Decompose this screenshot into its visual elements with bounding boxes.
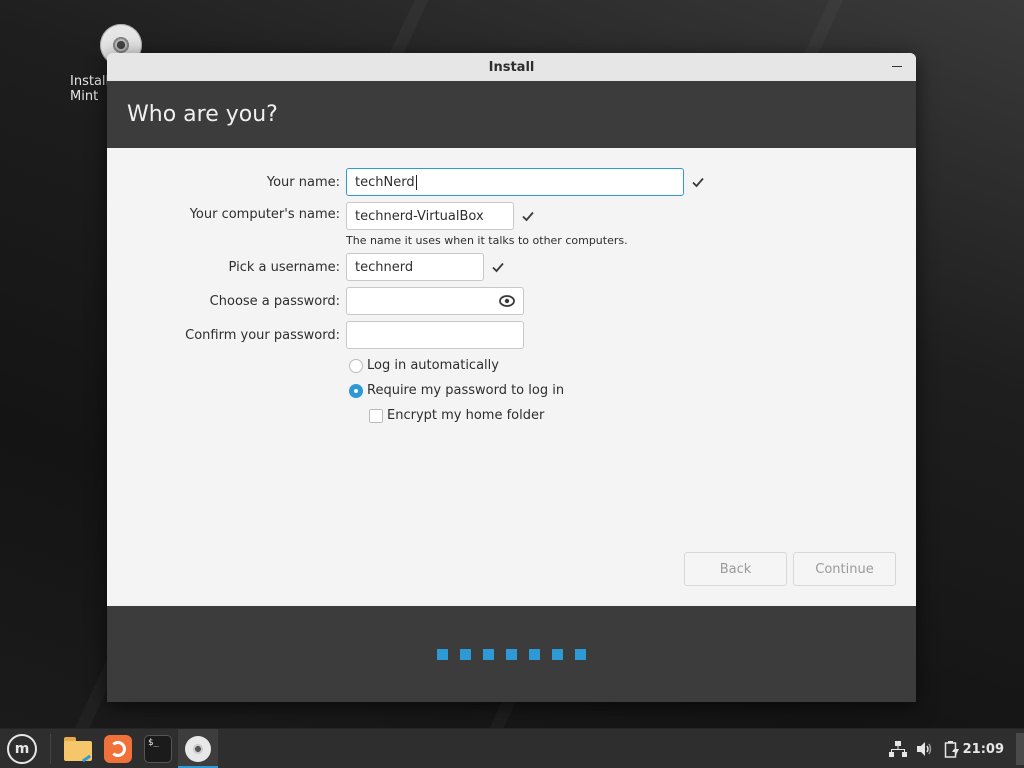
computer-name-valid-check-icon <box>522 211 534 222</box>
checkbox-unchecked-icon <box>369 408 383 423</box>
require-password-radio[interactable]: Require my password to log in <box>349 383 564 398</box>
username-input[interactable]: technerd <box>346 253 484 281</box>
task-install[interactable] <box>178 729 218 768</box>
your-name-label: Your name: <box>266 175 340 190</box>
progress-step-dot <box>552 649 563 660</box>
require-password-label: Require my password to log in <box>367 383 565 398</box>
launcher-files[interactable] <box>58 729 98 768</box>
computer-name-hint: The name it uses when it talks to other … <box>346 234 628 247</box>
encrypt-home-checkbox[interactable]: Encrypt my home folder <box>369 408 544 423</box>
encrypt-home-label: Encrypt my home folder <box>387 408 545 423</box>
your-name-input[interactable]: techNerd <box>346 168 684 196</box>
firefox-icon <box>104 735 132 763</box>
window-titlebar[interactable]: Install <box>107 53 916 81</box>
your-name-value: techNerd <box>355 174 415 190</box>
username-value: technerd <box>355 259 414 275</box>
minimize-button[interactable] <box>886 57 908 77</box>
your-name-valid-check-icon <box>692 177 704 188</box>
password-input[interactable] <box>346 287 524 315</box>
battery-button[interactable] <box>944 729 960 768</box>
show-desktop-button[interactable] <box>1016 733 1024 765</box>
progress-step-dot <box>460 649 471 660</box>
continue-button[interactable]: Continue <box>793 552 896 586</box>
radio-selected-icon <box>349 383 363 398</box>
eye-icon[interactable] <box>499 294 515 308</box>
auto-login-label: Log in automatically <box>367 358 499 373</box>
network-button[interactable] <box>889 729 907 768</box>
volume-button[interactable] <box>916 729 934 768</box>
computer-name-input[interactable]: technerd-VirtualBox <box>346 202 514 230</box>
folder-icon <box>64 737 92 763</box>
launcher-firefox[interactable] <box>98 729 138 768</box>
auto-login-radio[interactable]: Log in automatically <box>349 358 499 373</box>
confirm-password-label: Confirm your password: <box>185 328 340 343</box>
window-title: Install <box>488 59 535 75</box>
launcher-terminal[interactable]: $_ <box>138 729 178 768</box>
progress-step-dot <box>529 649 540 660</box>
progress-footer <box>107 606 916 702</box>
battery-icon <box>944 741 959 758</box>
disc-icon <box>185 736 211 762</box>
minimize-icon <box>892 66 902 67</box>
menu-button[interactable]: m <box>4 729 40 768</box>
confirm-password-input[interactable] <box>346 321 524 349</box>
progress-step-dot <box>483 649 494 660</box>
volume-icon <box>917 742 932 756</box>
username-valid-check-icon <box>492 262 504 273</box>
taskbar: m $_ 21:09 <box>0 728 1024 768</box>
page-header: Who are you? <box>107 81 916 148</box>
password-label: Choose a password: <box>209 294 340 309</box>
progress-step-dot <box>437 649 448 660</box>
progress-step-dot <box>506 649 517 660</box>
linux-mint-logo-icon: m <box>7 734 37 764</box>
install-window: Install Who are you? Your name: techNerd… <box>107 53 916 702</box>
taskbar-separator <box>50 734 51 764</box>
page-title: Who are you? <box>127 102 278 127</box>
terminal-icon: $_ <box>144 735 172 763</box>
progress-indicator <box>437 649 586 660</box>
computer-name-value: technerd-VirtualBox <box>355 208 484 224</box>
form-area: Your name: techNerd Your computer's name… <box>107 148 916 606</box>
radio-unselected-icon <box>349 358 363 373</box>
network-icon <box>889 741 907 757</box>
username-label: Pick a username: <box>228 260 340 275</box>
back-button[interactable]: Back <box>684 552 787 586</box>
clock[interactable]: 21:09 <box>963 729 1004 768</box>
computer-name-label: Your computer's name: <box>189 207 340 222</box>
progress-step-dot <box>575 649 586 660</box>
